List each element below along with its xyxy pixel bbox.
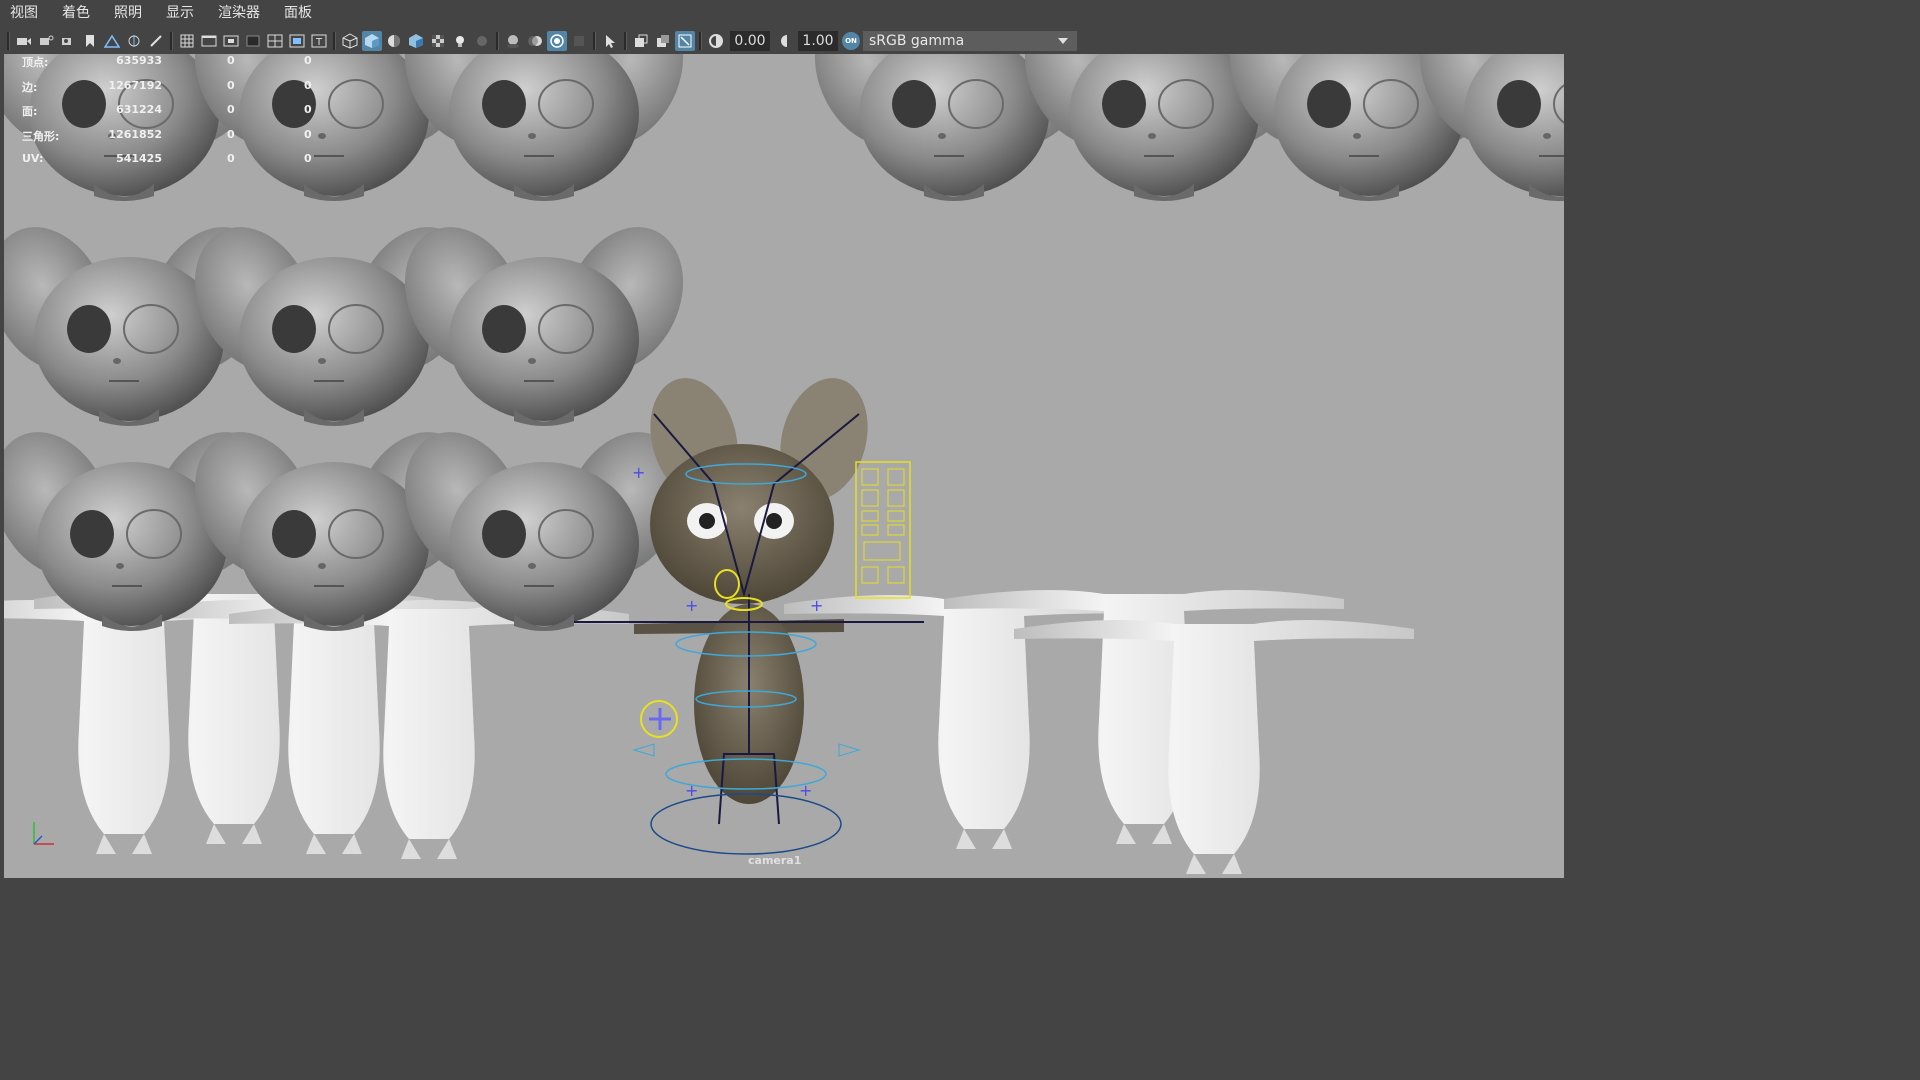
field-chart-icon[interactable]	[265, 31, 285, 51]
film-gate-icon[interactable]	[199, 31, 219, 51]
hud-value-other: 0	[304, 103, 312, 116]
menu-shading[interactable]: 着色	[50, 0, 102, 27]
hud-row-uvs: UV: 541425 0 0	[22, 152, 342, 177]
anti-aliasing-icon[interactable]	[547, 30, 567, 51]
camera-attributes-icon[interactable]	[58, 31, 78, 51]
svg-text:T: T	[315, 37, 323, 48]
resolution-gate-icon[interactable]	[221, 31, 241, 51]
hud-value-selected: 0	[227, 103, 235, 116]
viewport-frame-bottom	[0, 878, 1568, 882]
hud-value-other: 0	[304, 152, 312, 165]
xray-icon[interactable]	[428, 31, 448, 51]
menu-renderer[interactable]: 渲染器	[206, 0, 272, 27]
scene-render: + + + + +	[4, 54, 1564, 874]
hud-label: UV:	[22, 152, 44, 165]
menu-bar: 视图 着色 照明 显示 渲染器 面板	[0, 0, 1568, 27]
gate-mask-icon[interactable]	[243, 31, 263, 51]
svg-text:+: +	[685, 781, 698, 800]
exposure-field[interactable]: 0.00	[730, 30, 770, 51]
image-plane-icon[interactable]	[102, 31, 122, 51]
toolbar-separator	[170, 31, 173, 50]
toolbar-separator	[624, 31, 627, 50]
gamma-icon[interactable]	[774, 31, 794, 51]
hud-row-edges: 边: 1267192 0 0	[22, 79, 342, 104]
shadows-icon[interactable]	[472, 31, 492, 51]
viewport-frame-right	[1564, 54, 1568, 878]
safe-title-icon[interactable]: T	[309, 31, 329, 51]
camera-name-label: camera1	[748, 854, 802, 867]
toolbar-separator	[593, 31, 596, 50]
gamma-field[interactable]: 1.00	[798, 30, 838, 51]
lights-icon[interactable]	[450, 31, 470, 51]
3d-viewport[interactable]: + + + + + 顶点: 635933 0 0 边: 1267192 0 0 …	[4, 54, 1564, 878]
hud-value-total: 631224	[116, 103, 162, 116]
toolbar-separator	[333, 31, 336, 50]
hud-value-selected: 0	[227, 54, 235, 67]
isolate-select-icon[interactable]	[600, 31, 620, 51]
view-transform-value: sRGB gamma	[869, 32, 965, 49]
textured-icon[interactable]	[406, 31, 426, 51]
motion-blur-icon[interactable]	[525, 31, 545, 51]
hud-value-total: 541425	[116, 152, 162, 165]
grease-pencil-icon[interactable]	[146, 31, 166, 51]
exposure-icon[interactable]	[706, 31, 726, 51]
chevron-down-icon	[1058, 37, 1068, 44]
menu-show[interactable]: 显示	[154, 0, 206, 27]
bookmark-icon[interactable]	[80, 31, 100, 51]
toolbar-separator	[7, 31, 10, 50]
toolbar-separator	[496, 31, 499, 50]
color-management-badge: ON	[845, 36, 857, 45]
screen-space-ao-icon[interactable]	[503, 31, 523, 51]
svg-text:+: +	[810, 596, 823, 615]
lock-camera-icon[interactable]	[36, 31, 56, 51]
hud-label: 面:	[22, 105, 38, 118]
svg-text:+: +	[799, 781, 812, 800]
panel-toolbar: T 0.00 1.00 ON sRGB gamma	[0, 27, 1568, 54]
safe-action-icon[interactable]	[287, 31, 307, 51]
hud-row-faces: 面: 631224 0 0	[22, 103, 342, 128]
hud-label: 顶点:	[22, 56, 49, 69]
hud-value-total: 1267192	[108, 78, 162, 92]
color-management-toggle[interactable]: ON	[842, 31, 860, 50]
hud-label: 三角形:	[22, 129, 60, 143]
menu-panels[interactable]: 面板	[272, 0, 324, 27]
hud-value-selected: 0	[227, 127, 235, 141]
menu-view[interactable]: 视图	[0, 0, 50, 27]
smooth-shade-icon[interactable]	[362, 30, 382, 51]
hud-value-other: 0	[304, 127, 312, 141]
hud-value-total: 1261852	[108, 127, 162, 141]
xray-joints-icon[interactable]	[631, 31, 651, 51]
hud-row-triangles: 三角形: 1261852 0 0	[22, 128, 342, 153]
hud-label: 边:	[22, 80, 38, 94]
2d-pan-zoom-icon[interactable]	[124, 31, 144, 51]
axis-gizmo	[33, 822, 54, 845]
wireframe-icon[interactable]	[340, 31, 360, 51]
hud-value-other: 0	[304, 78, 312, 92]
hud-value-selected: 0	[227, 78, 235, 92]
grid-icon[interactable]	[177, 31, 197, 51]
hud-value-total: 635933	[116, 54, 162, 67]
svg-text:+: +	[685, 596, 698, 615]
select-camera-icon[interactable]	[14, 31, 34, 51]
depth-of-field-icon[interactable]	[569, 31, 589, 51]
poly-count-hud: 顶点: 635933 0 0 边: 1267192 0 0 面: 631224 …	[22, 54, 342, 177]
backface-culling-icon[interactable]	[675, 30, 695, 51]
default-material-icon[interactable]	[384, 31, 404, 51]
hud-value-other: 0	[304, 54, 312, 67]
xray-active-icon[interactable]	[653, 31, 673, 51]
toolbar-separator	[699, 31, 702, 50]
hud-value-selected: 0	[227, 152, 235, 165]
view-transform-select[interactable]: sRGB gamma	[863, 30, 1077, 51]
hud-row-vertices: 顶点: 635933 0 0	[22, 54, 342, 79]
svg-text:+: +	[632, 463, 645, 482]
menu-lighting[interactable]: 照明	[102, 0, 154, 27]
